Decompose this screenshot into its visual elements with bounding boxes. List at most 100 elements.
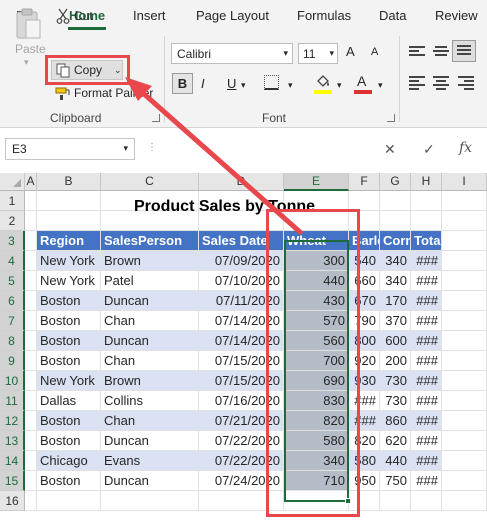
grid-cell[interactable] <box>25 331 37 351</box>
column-header[interactable]: H <box>411 173 442 191</box>
chevron-down-icon[interactable]: ▾ <box>123 143 128 154</box>
table-cell[interactable]: Brown <box>101 371 199 391</box>
grid-cell[interactable] <box>442 311 487 331</box>
increase-font-icon[interactable]: A <box>346 44 355 59</box>
table-cell[interactable]: 340 <box>380 271 411 291</box>
tab-page-layout[interactable]: Page Layout <box>196 8 269 23</box>
grid-cell[interactable] <box>442 331 487 351</box>
table-cell[interactable]: ### <box>411 371 442 391</box>
table-cell[interactable]: Brown <box>101 251 199 271</box>
table-cell[interactable]: Chicago <box>37 451 101 471</box>
grid-cell[interactable] <box>25 471 37 491</box>
table-cell[interactable]: Patel <box>101 271 199 291</box>
chevron-down-icon[interactable]: ▾ <box>378 80 383 91</box>
chevron-down-icon[interactable]: ▾ <box>329 48 334 59</box>
table-cell[interactable]: ### <box>411 351 442 371</box>
grid-cell[interactable] <box>25 271 37 291</box>
table-cell[interactable]: Duncan <box>101 431 199 451</box>
insert-function-icon[interactable]: fx <box>459 140 472 156</box>
table-cell[interactable]: 730 <box>380 371 411 391</box>
format-painter-button[interactable]: Format Painter <box>55 86 153 100</box>
grid-cell[interactable] <box>411 191 442 211</box>
column-header[interactable]: G <box>380 173 411 191</box>
align-center-icon[interactable] <box>433 76 449 92</box>
row-header[interactable]: 13 <box>0 431 25 451</box>
grid-cell[interactable] <box>442 211 487 231</box>
table-cell[interactable]: New York <box>37 271 101 291</box>
table-cell[interactable]: 170 <box>380 291 411 311</box>
table-cell[interactable]: ### <box>411 431 442 451</box>
row-header[interactable]: 16 <box>0 491 25 511</box>
tab-data[interactable]: Data <box>379 8 406 23</box>
paste-button-label[interactable]: Paste <box>15 42 46 56</box>
grid-cell[interactable] <box>442 471 487 491</box>
grid-cell[interactable] <box>25 411 37 431</box>
grid-cell[interactable] <box>442 371 487 391</box>
borders-icon[interactable] <box>264 75 279 90</box>
row-header[interactable]: 14 <box>0 451 25 471</box>
table-cell[interactable]: Evans <box>101 451 199 471</box>
table-cell[interactable]: Collins <box>101 391 199 411</box>
row-header[interactable]: 8 <box>0 331 25 351</box>
column-header[interactable]: D <box>199 173 284 191</box>
row-header[interactable]: 1 <box>0 191 25 211</box>
grid-cell[interactable] <box>25 311 37 331</box>
grid-cell[interactable] <box>442 291 487 311</box>
grid-cell[interactable] <box>442 191 487 211</box>
table-cell[interactable]: ### <box>411 451 442 471</box>
enter-icon[interactable]: ✓ <box>423 141 435 158</box>
chevron-down-icon[interactable]: ▾ <box>24 57 29 68</box>
align-top-icon[interactable] <box>409 46 425 58</box>
grid-cell[interactable] <box>411 211 442 231</box>
grid-cell[interactable] <box>37 491 101 511</box>
table-cell[interactable]: New York <box>37 251 101 271</box>
table-cell[interactable]: Chan <box>101 351 199 371</box>
grid-cell[interactable] <box>411 491 442 511</box>
row-header[interactable]: 3 <box>0 231 25 251</box>
table-cell[interactable]: 620 <box>380 431 411 451</box>
row-header[interactable]: 11 <box>0 391 25 411</box>
table-cell[interactable]: Boston <box>37 411 101 431</box>
tab-insert[interactable]: Insert <box>133 8 166 23</box>
row-header[interactable]: 6 <box>0 291 25 311</box>
chevron-down-icon[interactable]: ▾ <box>283 48 288 59</box>
align-left-icon[interactable] <box>409 76 425 92</box>
column-header[interactable]: C <box>101 173 199 191</box>
grid-cell[interactable] <box>25 491 37 511</box>
table-cell[interactable]: ### <box>411 311 442 331</box>
tab-review[interactable]: Review <box>435 8 478 23</box>
grid-cell[interactable] <box>442 491 487 511</box>
table-cell[interactable]: ### <box>411 271 442 291</box>
table-cell[interactable]: Duncan <box>101 331 199 351</box>
grid-cell[interactable] <box>442 411 487 431</box>
column-header[interactable]: I <box>442 173 487 191</box>
align-middle-icon[interactable] <box>433 46 449 58</box>
row-header[interactable]: 10 <box>0 371 25 391</box>
grid-cell[interactable] <box>442 391 487 411</box>
table-cell[interactable]: Chan <box>101 411 199 431</box>
table-cell[interactable]: 370 <box>380 311 411 331</box>
grid-cell[interactable] <box>25 391 37 411</box>
grid-cell[interactable] <box>25 291 37 311</box>
column-header-selected[interactable]: E <box>284 173 349 191</box>
table-cell[interactable]: Boston <box>37 471 101 491</box>
grid-cell[interactable] <box>25 211 37 231</box>
decrease-font-icon[interactable]: A <box>371 46 378 58</box>
table-cell[interactable]: Duncan <box>101 291 199 311</box>
table-cell[interactable]: ### <box>411 471 442 491</box>
grid-cell[interactable] <box>25 431 37 451</box>
grid-cell[interactable] <box>25 371 37 391</box>
grid-cell[interactable] <box>442 451 487 471</box>
table-cell[interactable]: 750 <box>380 471 411 491</box>
table-cell[interactable]: 860 <box>380 411 411 431</box>
grid-cell[interactable] <box>442 231 487 251</box>
font-color-icon[interactable]: A <box>357 73 366 89</box>
table-cell[interactable]: Boston <box>37 291 101 311</box>
dialog-launcher-icon[interactable] <box>387 114 395 122</box>
row-header[interactable]: 7 <box>0 311 25 331</box>
table-cell[interactable]: Boston <box>37 431 101 451</box>
italic-button[interactable]: I <box>201 76 205 91</box>
paste-icon[interactable] <box>14 8 44 46</box>
table-cell[interactable]: 600 <box>380 331 411 351</box>
table-cell[interactable]: Duncan <box>101 471 199 491</box>
